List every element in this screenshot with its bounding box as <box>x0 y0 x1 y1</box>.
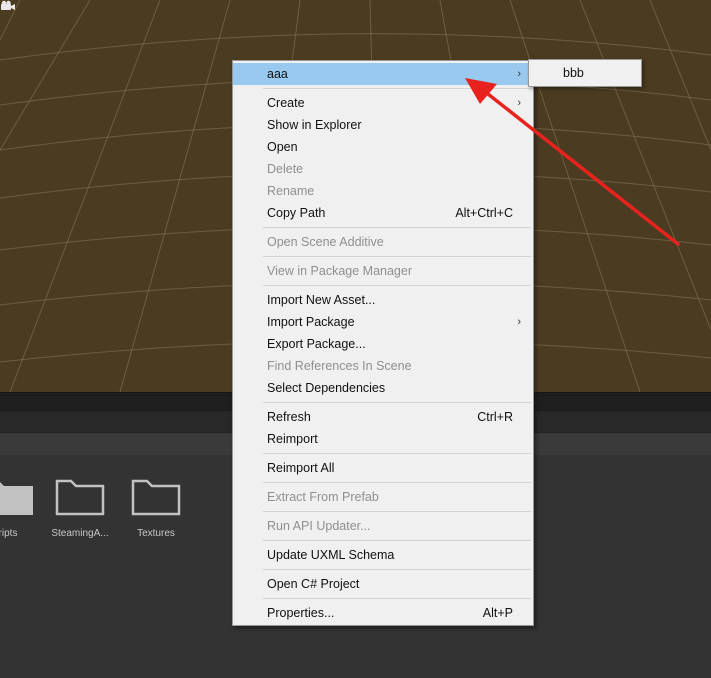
asset-label: ripts <box>0 528 18 539</box>
menu-separator <box>233 595 533 602</box>
menu-item-open-c-project[interactable]: Open C# Project <box>233 573 533 595</box>
menu-separator <box>233 399 533 406</box>
menu-item-import-package[interactable]: Import Package › <box>233 311 533 333</box>
menu-item-copy-path[interactable]: Copy Path Alt+Ctrl+C <box>233 202 533 224</box>
folder-icon <box>131 479 181 516</box>
menu-item-label: Delete <box>267 162 304 176</box>
menu-item-label: Extract From Prefab <box>267 490 379 504</box>
menu-item-bbb[interactable]: bbb <box>529 60 641 86</box>
menu-separator <box>233 566 533 573</box>
menu-item-label: Reimport <box>267 432 318 446</box>
menu-shortcut: Alt+P <box>482 606 513 620</box>
menu-separator <box>233 85 533 92</box>
menu-item-label: Open <box>267 140 298 154</box>
menu-item-label: Import New Asset... <box>267 293 376 307</box>
menu-item-reimport[interactable]: Reimport <box>233 428 533 450</box>
folder-icon <box>55 479 105 516</box>
menu-item-label: Create <box>267 96 305 110</box>
menu-item-label: Select Dependencies <box>267 381 386 395</box>
menu-shortcut: Ctrl+R <box>477 410 513 424</box>
menu-item-label: Find References In Scene <box>267 359 412 373</box>
asset-folder-textures[interactable]: Textures <box>120 475 192 539</box>
menu-separator <box>233 537 533 544</box>
menu-item-label: Open Scene Additive <box>267 235 384 249</box>
menu-item-import-new-asset[interactable]: Import New Asset... <box>233 289 533 311</box>
menu-separator <box>233 224 533 231</box>
menu-item-aaa[interactable]: aaa › <box>233 63 533 85</box>
menu-item-label: Refresh <box>267 410 311 424</box>
menu-item-label: Update UXML Schema <box>267 548 395 562</box>
menu-item-export-package[interactable]: Export Package... <box>233 333 533 355</box>
menu-item-rename: Rename <box>233 180 533 202</box>
menu-item-label: Show in Explorer <box>267 118 362 132</box>
chevron-right-icon: › <box>517 97 521 109</box>
menu-item-open-scene-additive: Open Scene Additive <box>233 231 533 253</box>
menu-item-label: Open C# Project <box>267 577 360 591</box>
menu-item-refresh[interactable]: Refresh Ctrl+R <box>233 406 533 428</box>
menu-item-label: Export Package... <box>267 337 366 351</box>
menu-item-update-uxml-schema[interactable]: Update UXML Schema <box>233 544 533 566</box>
menu-item-label: Run API Updater... <box>267 519 371 533</box>
menu-item-create[interactable]: Create › <box>233 92 533 114</box>
chevron-right-icon: › <box>517 316 521 328</box>
camera-icon[interactable] <box>0 0 16 12</box>
menu-separator <box>233 508 533 515</box>
context-submenu: bbb <box>528 59 642 87</box>
menu-item-reimport-all[interactable]: Reimport All <box>233 457 533 479</box>
menu-item-label: Import Package <box>267 315 355 329</box>
folder-icon <box>0 482 33 515</box>
menu-item-delete: Delete <box>233 158 533 180</box>
asset-label: Textures <box>137 528 175 539</box>
menu-shortcut: Alt+Ctrl+C <box>455 206 513 220</box>
menu-item-extract-from-prefab: Extract From Prefab <box>233 486 533 508</box>
context-menu: aaa › Create › Show in Explorer Open Delete Ren… <box>232 60 534 626</box>
menu-item-view-in-package-manager: View in Package Manager <box>233 260 533 282</box>
asset-folder-steamingassets[interactable]: SteamingA... <box>44 475 116 539</box>
menu-item-find-references-in-scene: Find References In Scene <box>233 355 533 377</box>
menu-item-label: Rename <box>267 184 315 198</box>
menu-item-show-in-explorer[interactable]: Show in Explorer <box>233 114 533 136</box>
asset-label: SteamingA... <box>51 528 109 539</box>
menu-item-label: Properties... <box>267 606 335 620</box>
menu-item-label: aaa <box>267 67 288 81</box>
menu-item-open[interactable]: Open <box>233 136 533 158</box>
asset-folder-scripts[interactable]: ripts <box>0 475 44 539</box>
menu-separator <box>233 282 533 289</box>
menu-item-properties[interactable]: Properties... Alt+P <box>233 602 533 624</box>
chevron-right-icon: › <box>517 68 521 80</box>
menu-item-label: Copy Path <box>267 206 326 220</box>
menu-item-run-api-updater: Run API Updater... <box>233 515 533 537</box>
menu-item-select-dependencies[interactable]: Select Dependencies <box>233 377 533 399</box>
menu-separator <box>233 479 533 486</box>
menu-item-label: View in Package Manager <box>267 264 412 278</box>
menu-separator <box>233 253 533 260</box>
menu-item-label: Reimport All <box>267 461 335 475</box>
menu-separator <box>233 450 533 457</box>
